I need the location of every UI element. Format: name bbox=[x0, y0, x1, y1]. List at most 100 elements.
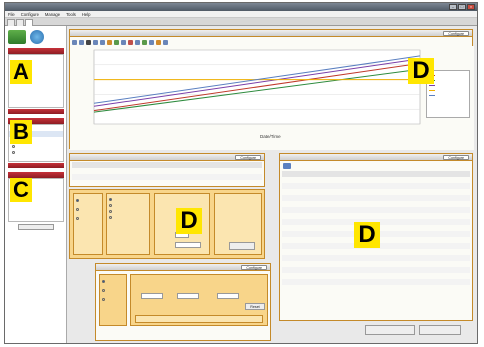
pan-icon[interactable] bbox=[107, 40, 112, 45]
dropdown-icon[interactable] bbox=[163, 40, 168, 45]
settings-panel bbox=[69, 189, 265, 259]
window-group bbox=[214, 193, 262, 255]
chart-panel-header bbox=[70, 30, 472, 37]
thermal-sensor-group bbox=[99, 274, 127, 326]
tab-1[interactable] bbox=[7, 19, 15, 26]
window-titlebar bbox=[5, 3, 477, 11]
radio-icon bbox=[12, 144, 15, 148]
data-table-panel: Configure bbox=[69, 153, 265, 187]
globe-icon[interactable] bbox=[30, 30, 44, 44]
table-row[interactable] bbox=[72, 180, 262, 186]
radio-icon bbox=[76, 199, 79, 203]
table-cell bbox=[112, 180, 148, 186]
thermal-panel: Configure Reset bbox=[95, 263, 271, 341]
menu-tools[interactable]: Tools bbox=[66, 11, 76, 17]
document-tab-bar bbox=[5, 18, 477, 26]
sensor-radio[interactable] bbox=[74, 196, 102, 205]
bottom-button-2[interactable] bbox=[419, 325, 461, 335]
cursor-icon[interactable] bbox=[86, 40, 91, 45]
menu-file[interactable]: File bbox=[8, 11, 15, 17]
sensor-radio[interactable] bbox=[74, 205, 102, 214]
minimize-button[interactable]: – bbox=[449, 4, 457, 10]
legend-swatch bbox=[429, 94, 435, 96]
data-table bbox=[70, 161, 264, 187]
sensor-radio[interactable] bbox=[100, 286, 126, 295]
general-configure-button[interactable]: Configure bbox=[443, 155, 469, 160]
calculate-button[interactable] bbox=[229, 242, 255, 250]
radio-icon bbox=[102, 298, 105, 302]
legend-swatch bbox=[429, 89, 435, 91]
window-label bbox=[215, 194, 261, 196]
sensor-group bbox=[73, 193, 103, 255]
marker-icon[interactable] bbox=[128, 40, 133, 45]
table-cell bbox=[348, 279, 414, 285]
radio-icon bbox=[109, 203, 112, 207]
clothing-input[interactable] bbox=[141, 293, 163, 299]
thermal-footer[interactable] bbox=[135, 315, 263, 323]
menu-manage[interactable]: Manage bbox=[45, 11, 60, 17]
axis-icon[interactable] bbox=[135, 40, 140, 45]
settings-icon[interactable] bbox=[156, 40, 161, 45]
list-item[interactable] bbox=[9, 209, 63, 215]
export-icon[interactable] bbox=[142, 40, 147, 45]
calc-option[interactable] bbox=[107, 214, 149, 220]
window-controls: – □ × bbox=[449, 4, 475, 10]
radio-icon bbox=[76, 217, 79, 221]
radio-icon bbox=[109, 209, 112, 213]
sidebar-toolbar bbox=[8, 28, 64, 46]
menu-help[interactable]: Help bbox=[82, 11, 91, 17]
radio-icon bbox=[12, 150, 15, 154]
maximize-button[interactable]: □ bbox=[458, 4, 466, 10]
thermal-calc-label bbox=[131, 275, 267, 277]
zoom-in-icon[interactable] bbox=[93, 40, 98, 45]
bottom-button-1[interactable] bbox=[365, 325, 415, 335]
callout-d-settings: D bbox=[176, 208, 202, 234]
legend-icon[interactable] bbox=[149, 40, 154, 45]
menu-configure[interactable]: Configure bbox=[21, 11, 39, 17]
table-row[interactable] bbox=[282, 279, 470, 285]
section-a-footer bbox=[8, 109, 64, 114]
devices-icon[interactable] bbox=[8, 30, 26, 44]
refresh-icon[interactable] bbox=[114, 40, 119, 45]
type-select[interactable] bbox=[175, 242, 201, 248]
sensor-radio[interactable] bbox=[100, 295, 126, 304]
tab-2[interactable] bbox=[16, 19, 24, 26]
chart-toolbar bbox=[72, 39, 168, 46]
close-button[interactable]: × bbox=[467, 4, 475, 10]
reset-button[interactable]: Reset bbox=[245, 303, 265, 310]
table-cell bbox=[282, 279, 348, 285]
radio-icon bbox=[109, 215, 112, 219]
section-c-button[interactable] bbox=[18, 224, 54, 230]
radio-icon bbox=[76, 208, 79, 212]
callout-d-general: D bbox=[354, 222, 380, 248]
save-icon[interactable] bbox=[72, 40, 77, 45]
metabolic-rate-input[interactable] bbox=[177, 293, 199, 299]
thermal-configure-button[interactable]: Configure bbox=[241, 265, 267, 270]
table-cell bbox=[414, 279, 470, 285]
table-cell bbox=[184, 180, 220, 186]
zoom-out-icon[interactable] bbox=[100, 40, 105, 45]
sensor-radio[interactable] bbox=[74, 214, 102, 223]
section-b-footer bbox=[8, 163, 64, 168]
legend-item bbox=[429, 93, 467, 98]
sensor-radio[interactable] bbox=[100, 277, 126, 286]
legend-swatch bbox=[429, 84, 435, 86]
callout-c: C bbox=[10, 178, 32, 202]
airflow-input[interactable] bbox=[217, 293, 239, 299]
x-axis-label: Date/Time bbox=[260, 134, 281, 139]
list-item[interactable] bbox=[9, 149, 63, 155]
table-cell bbox=[72, 180, 112, 186]
callout-d-chart: D bbox=[408, 58, 434, 84]
callout-a: A bbox=[10, 60, 32, 84]
chart-configure-button[interactable]: Configure bbox=[443, 31, 469, 36]
print-icon[interactable] bbox=[79, 40, 84, 45]
radio-icon bbox=[102, 289, 105, 293]
thermal-calc-group: Reset bbox=[130, 274, 268, 326]
grid-icon[interactable] bbox=[121, 40, 126, 45]
tab-3[interactable] bbox=[25, 19, 33, 26]
data-table-configure-button[interactable]: Configure bbox=[235, 155, 261, 160]
radio-icon bbox=[102, 280, 105, 284]
menu-bar: File Configure Manage Tools Help bbox=[5, 11, 477, 18]
table-cell bbox=[220, 180, 256, 186]
save-icon[interactable] bbox=[283, 163, 291, 169]
